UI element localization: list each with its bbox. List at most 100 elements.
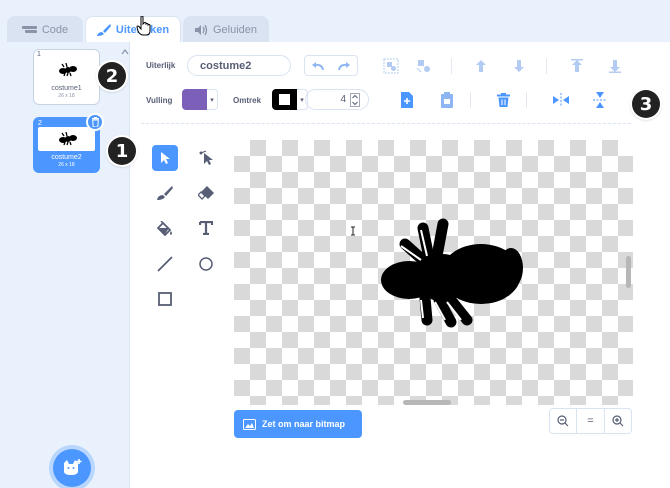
copy-button[interactable]: [396, 89, 418, 111]
zoom-out-icon: [557, 415, 569, 427]
delete-button[interactable]: [492, 89, 514, 111]
front-icon: [571, 59, 583, 72]
tab-sounds-label: Geluiden: [212, 23, 258, 36]
brush-icon: [96, 23, 111, 36]
rectangle-tool[interactable]: [152, 286, 178, 312]
forward-button[interactable]: [470, 55, 492, 77]
costume-name-input[interactable]: costume2: [187, 55, 291, 76]
costume-size: 26 x 18: [58, 93, 75, 99]
undo-icon: [312, 62, 324, 71]
flip-vertical-button[interactable]: [589, 89, 611, 111]
brush-icon: [157, 186, 173, 200]
trash-icon: [91, 117, 99, 127]
zoom-in-icon: [612, 415, 624, 427]
sound-icon: [194, 24, 208, 35]
text-icon: [199, 221, 213, 235]
tab-costumes[interactable]: Uiterlijken: [85, 16, 181, 42]
toolbar-separator: [141, 123, 631, 124]
costume-thumbnail: [38, 127, 95, 151]
costume-thumbnail: [38, 58, 95, 82]
group-icon: [383, 58, 399, 74]
outline-label: Omtrek: [233, 96, 262, 105]
costume-name-label: Uiterlijk: [146, 61, 176, 70]
delete-costume-button[interactable]: [86, 113, 104, 131]
hand-cursor-icon: [136, 16, 151, 36]
horizontal-scrollbar[interactable]: [403, 400, 451, 405]
drawing-canvas[interactable]: [234, 140, 633, 405]
fill-color-dropdown[interactable]: ▾: [207, 89, 218, 110]
costume-item-1[interactable]: 1 costume1 26 x 18: [33, 49, 100, 105]
tab-sounds[interactable]: Geluiden: [183, 16, 269, 42]
brush-tool[interactable]: [152, 180, 178, 206]
ant-sprite-icon: [58, 63, 77, 77]
toolbar-divider: [470, 92, 471, 108]
redo-icon: [338, 62, 350, 71]
costume-size: 26 x 18: [58, 162, 75, 168]
costume-number: 1: [37, 51, 41, 58]
undo-button[interactable]: [307, 55, 329, 77]
convert-to-bitmap-button[interactable]: Zet om naar bitmap: [234, 410, 362, 438]
reshape-tool[interactable]: [193, 145, 219, 171]
zoom-reset-button[interactable]: =: [577, 409, 605, 433]
costume-item-2[interactable]: 2 costume2 26 x 18: [33, 113, 104, 173]
flip-horizontal-icon: [553, 93, 569, 107]
convert-to-bitmap-label: Zet om naar bitmap: [262, 419, 346, 429]
costume-number: 2: [38, 120, 42, 127]
outline-color-swatch[interactable]: [272, 89, 297, 110]
group-button[interactable]: [380, 55, 402, 77]
zoom-controls: =: [549, 408, 632, 434]
stroke-width-input[interactable]: 4: [305, 89, 369, 110]
cat-face-icon: [64, 459, 82, 475]
arrow-icon: [161, 152, 170, 164]
front-button[interactable]: [566, 55, 588, 77]
ellipse-tool[interactable]: [193, 251, 219, 277]
vertical-scrollbar[interactable]: [626, 256, 631, 288]
ungroup-icon: [416, 60, 430, 73]
eraser-tool[interactable]: [193, 180, 219, 206]
toolbar-divider: [546, 58, 547, 74]
backward-button[interactable]: [508, 55, 530, 77]
image-icon: [243, 418, 256, 430]
select-tool[interactable]: [152, 145, 178, 171]
toolbar-divider: [451, 58, 452, 74]
stepper-icon[interactable]: [350, 92, 360, 107]
circle-icon: [199, 257, 213, 271]
costume-list: [0, 42, 130, 488]
chevron-down-icon: ▾: [300, 96, 304, 104]
flip-horizontal-button[interactable]: [550, 89, 572, 111]
fill-color-swatch[interactable]: [182, 89, 207, 110]
costume-name: costume2: [51, 154, 82, 161]
fill-tool[interactable]: [152, 215, 178, 241]
paint-bucket-icon: [157, 220, 172, 236]
add-costume-button[interactable]: [53, 449, 91, 487]
outline-inner: [279, 94, 290, 105]
tab-code[interactable]: Code: [7, 16, 83, 42]
paste-button[interactable]: [436, 89, 458, 111]
costume-name: costume1: [51, 85, 82, 92]
line-icon: [157, 256, 173, 272]
fill-label: Vulling: [146, 96, 173, 105]
back-icon: [609, 60, 621, 73]
redo-button[interactable]: [333, 55, 355, 77]
code-icon: [21, 26, 37, 33]
stroke-width-value: 4: [340, 94, 346, 105]
zoom-out-button[interactable]: [550, 409, 578, 433]
ungroup-button[interactable]: [413, 55, 435, 77]
annotation-marker: 2: [98, 62, 126, 90]
chevron-down-icon: ▾: [210, 96, 214, 104]
flip-vertical-icon: [593, 92, 607, 108]
eraser-icon: [198, 186, 214, 200]
scroll-up-icon[interactable]: [121, 48, 129, 56]
text-tool[interactable]: [193, 215, 219, 241]
reshape-icon: [199, 150, 213, 165]
forward-icon: [476, 60, 486, 72]
line-tool[interactable]: [152, 251, 178, 277]
back-button[interactable]: [604, 55, 626, 77]
trash-icon: [496, 93, 510, 107]
annotation-marker: 1: [108, 137, 136, 165]
backward-icon: [514, 60, 524, 72]
ant-sprite[interactable]: [381, 218, 529, 330]
zoom-in-button[interactable]: [605, 409, 631, 433]
square-icon: [158, 292, 172, 306]
copy-icon: [401, 92, 413, 108]
